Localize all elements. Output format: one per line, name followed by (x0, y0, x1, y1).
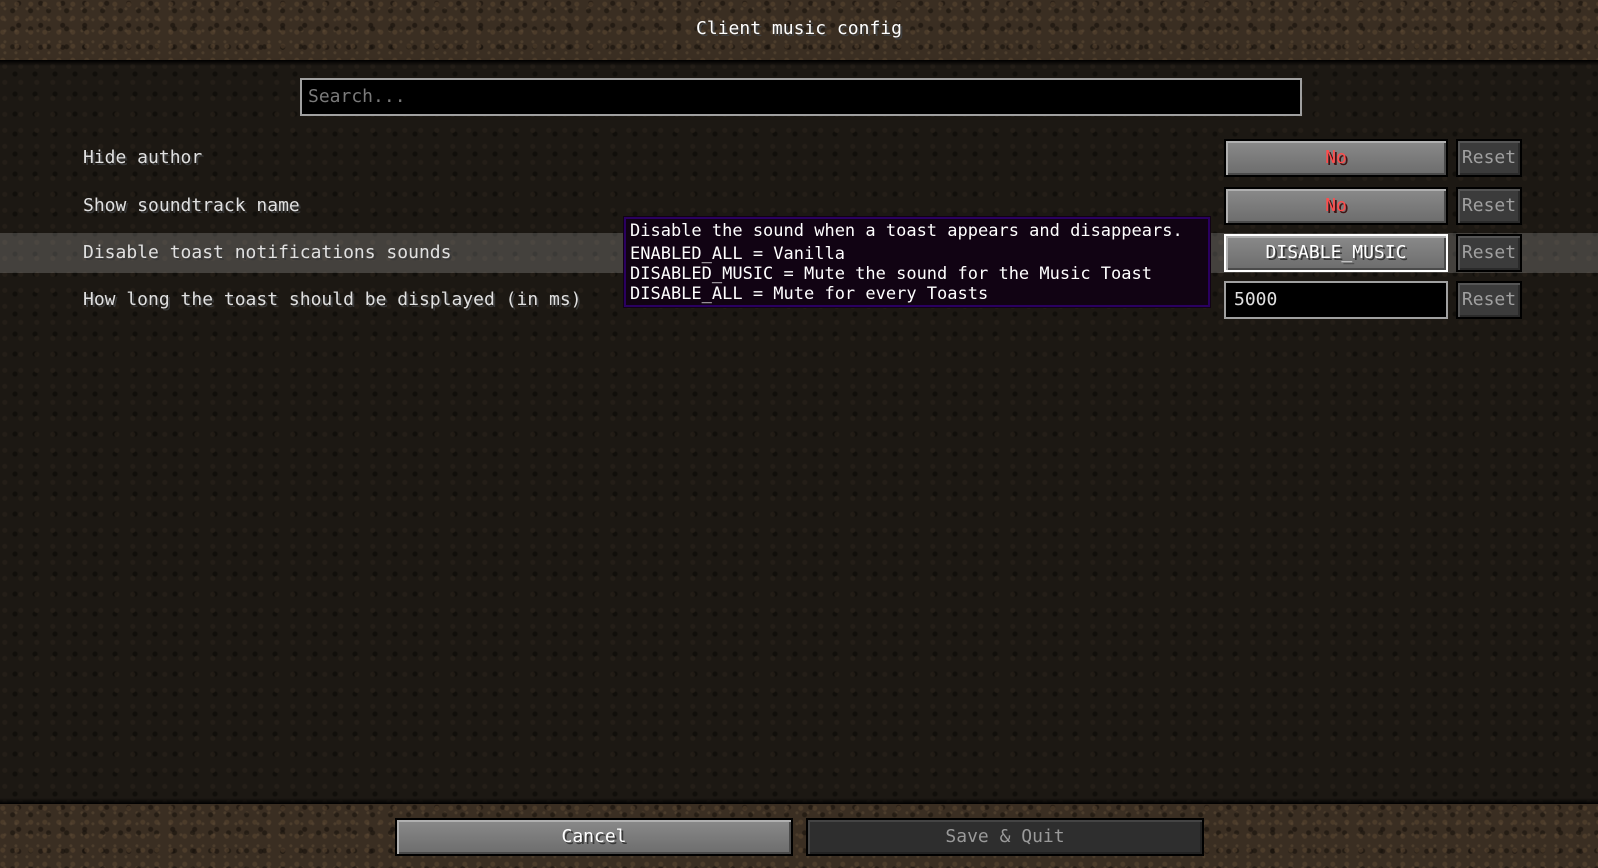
option-label: Disable toast notifications sounds (83, 242, 452, 263)
reset-button[interactable]: Reset (1456, 139, 1522, 177)
tooltip-line: Disable the sound when a toast appears a… (630, 221, 1183, 241)
footer-bar (0, 804, 1598, 868)
tooltip-line: ENABLED_ALL = Vanilla (630, 244, 845, 264)
option-label: How long the toast should be displayed (… (83, 289, 582, 310)
cancel-button[interactable]: Cancel (395, 818, 793, 856)
reset-button[interactable]: Reset (1456, 187, 1522, 225)
tooltip-line: DISABLED_MUSIC = Mute the sound for the … (630, 264, 1152, 284)
search-input[interactable]: Search... (300, 78, 1302, 116)
toast-sounds-cycle-button[interactable]: DISABLE_MUSIC (1224, 234, 1448, 272)
toast-duration-input[interactable]: 5000 (1224, 281, 1448, 319)
tooltip-line: DISABLE_ALL = Mute for every Toasts (630, 284, 989, 304)
option-label: Show soundtrack name (83, 195, 300, 216)
option-label: Hide author (83, 147, 203, 168)
reset-button[interactable]: Reset (1456, 281, 1522, 319)
config-screen: Client music config Search... Hide autho… (0, 0, 1598, 868)
tooltip: Disable the sound when a toast appears a… (623, 216, 1211, 308)
hide-author-toggle[interactable]: No (1224, 139, 1448, 177)
show-soundtrack-toggle[interactable]: No (1224, 187, 1448, 225)
header-shadow (0, 60, 1598, 66)
reset-button[interactable]: Reset (1456, 234, 1522, 272)
save-quit-button[interactable]: Save & Quit (806, 818, 1204, 856)
page-title: Client music config (696, 18, 902, 39)
